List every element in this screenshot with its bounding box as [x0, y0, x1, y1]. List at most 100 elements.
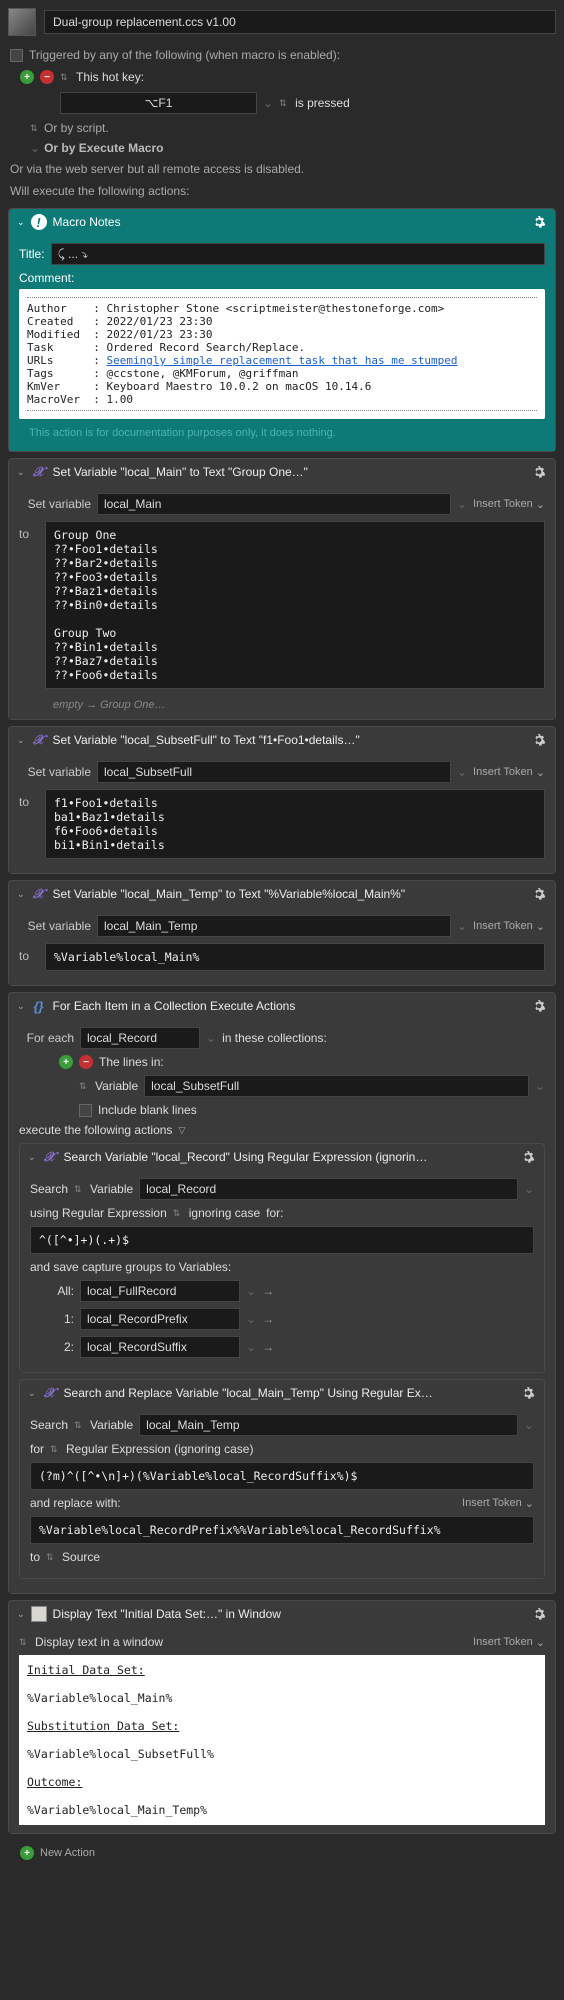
search-label: Search	[30, 1418, 68, 1432]
capture-all-input[interactable]	[80, 1280, 240, 1302]
variable-icon: 𝒳	[31, 732, 47, 748]
remove-trigger-button[interactable]: −	[40, 70, 54, 84]
gear-icon[interactable]	[531, 464, 547, 480]
add-collection-button[interactable]: +	[59, 1055, 73, 1069]
display-text-input[interactable]: Initial Data Set: %Variable%local_Main% …	[19, 1655, 545, 1825]
arrow-icon[interactable]: →	[262, 1340, 274, 1354]
insert-token-button[interactable]: Insert Token ⌄	[473, 1636, 545, 1649]
insert-token-button[interactable]: Insert Token ⌄	[462, 1497, 534, 1510]
updown-icon[interactable]: ⇅	[60, 72, 70, 83]
set-var-label: Set variable	[19, 765, 91, 779]
triggered-label: Triggered by any of the following (when …	[29, 48, 340, 62]
include-blank-checkbox[interactable]	[79, 1104, 92, 1117]
set-var-label: Set variable	[19, 497, 91, 511]
chevron-down-icon[interactable]: ⌄	[28, 1152, 36, 1163]
gear-icon[interactable]	[531, 886, 547, 902]
execute-actions-label: execute the following actions	[19, 1123, 172, 1137]
insert-token-button[interactable]: Insert Token ⌄	[473, 920, 545, 933]
search-var-input[interactable]	[139, 1414, 518, 1436]
chevron-down-icon[interactable]: ⌄	[28, 1388, 36, 1399]
url-link[interactable]: Seemingly simple replacement task that h…	[106, 354, 457, 367]
comment-label: Comment:	[19, 271, 545, 285]
variable-name-input[interactable]	[97, 915, 451, 937]
search-label: Search	[30, 1182, 68, 1196]
chevron-down-icon[interactable]: ⌄	[17, 1001, 25, 1012]
triangle-down-icon[interactable]: ▽	[178, 1125, 185, 1136]
chevron-down-icon[interactable]: ⌄	[17, 217, 25, 228]
display-select-label[interactable]: Display text in a window	[35, 1635, 467, 1649]
gear-icon[interactable]	[520, 1149, 536, 1165]
or-web: Or via the web server but all remote acc…	[0, 158, 564, 180]
foreach-title: For Each Item in a Collection Execute Ac…	[53, 999, 525, 1013]
enabled-checkbox[interactable]	[10, 49, 23, 62]
or-execute-macro: Or by Execute Macro	[44, 141, 163, 155]
hotkey-suffix: is pressed	[295, 96, 350, 110]
search1-title: Search Variable "local_Record" Using Reg…	[64, 1150, 514, 1164]
capture-2-input[interactable]	[80, 1336, 240, 1358]
variable-text-input[interactable]: Group One ??•Foo1•details ??•Bar2•detail…	[45, 521, 545, 689]
or-script: Or by script.	[44, 121, 109, 135]
regex-input[interactable]: ^([^•]+)(.+)$	[30, 1226, 534, 1254]
chevron-down-icon[interactable]: ⌄	[17, 467, 25, 478]
updown-icon[interactable]: ⇅	[279, 98, 289, 109]
gear-icon[interactable]	[531, 1606, 547, 1622]
macro-notes-title: Macro Notes	[53, 215, 525, 229]
macro-title-input[interactable]	[44, 10, 556, 34]
ignoring-case-label: ignoring case	[189, 1206, 260, 1220]
foreach-label: For each	[19, 1031, 74, 1045]
to-label: to	[19, 943, 39, 963]
variable-label: Variable	[90, 1418, 133, 1432]
remove-collection-button[interactable]: −	[79, 1055, 93, 1069]
include-blank-label: Include blank lines	[98, 1103, 197, 1117]
variable-icon: 𝒳	[31, 886, 47, 902]
comment-box[interactable]: Author : Christopher Stone <scriptmeiste…	[19, 289, 545, 419]
search-var-input[interactable]	[139, 1178, 518, 1200]
variable-label: Variable	[90, 1182, 133, 1196]
add-action-button[interactable]: +	[20, 1846, 34, 1860]
group2-label: 2:	[50, 1340, 74, 1354]
gear-icon[interactable]	[531, 998, 547, 1014]
gear-icon[interactable]	[531, 214, 547, 230]
notes-title-input[interactable]	[51, 243, 545, 265]
variable-icon: 𝒳	[42, 1149, 58, 1165]
lines-in-label: The lines in:	[99, 1055, 164, 1069]
set-subset-title: Set Variable "local_SubsetFull" to Text …	[53, 733, 525, 747]
collection-var-input[interactable]	[144, 1075, 529, 1097]
regex-input[interactable]: (?m)^([^•\n]+)(%Variable%local_RecordSuf…	[30, 1462, 534, 1490]
foreach-var-input[interactable]	[80, 1027, 200, 1049]
variable-text-input[interactable]: f1•Foo1•details ba1•Baz1•details f6•Foo6…	[45, 789, 545, 859]
app-icon	[8, 8, 36, 36]
gear-icon[interactable]	[520, 1385, 536, 1401]
variable-text-input[interactable]: %Variable%local_Main%	[45, 943, 545, 971]
capture-1-input[interactable]	[80, 1308, 240, 1330]
for-label: for	[30, 1442, 44, 1456]
chevron-down-icon[interactable]: ⌄	[17, 1609, 25, 1620]
to-label: to	[19, 789, 39, 809]
search2-title: Search and Replace Variable "local_Main_…	[64, 1386, 514, 1400]
replace-input[interactable]: %Variable%local_RecordPrefix%%Variable%l…	[30, 1516, 534, 1544]
info-icon: !	[31, 214, 47, 230]
set-main-title: Set Variable "local_Main" to Text "Group…	[53, 465, 525, 479]
arrow-icon[interactable]: →	[262, 1312, 274, 1326]
gear-icon[interactable]	[531, 732, 547, 748]
using-regex-label: using Regular Expression	[30, 1206, 167, 1220]
variable-name-input[interactable]	[97, 761, 451, 783]
hotkey-input[interactable]	[60, 92, 257, 114]
variable-icon: 𝒳	[31, 464, 47, 480]
source-label: Source	[62, 1550, 100, 1564]
chevron-down-icon[interactable]: ⌄	[17, 735, 25, 746]
group1-label: 1:	[50, 1312, 74, 1326]
insert-token-button[interactable]: Insert Token ⌄	[473, 766, 545, 779]
updown-icon[interactable]: ⇅	[79, 1081, 89, 1092]
chevron-down-icon[interactable]: ⌄	[17, 889, 25, 900]
notes-title-label: Title:	[19, 247, 45, 261]
variable-name-input[interactable]	[97, 493, 451, 515]
display-icon	[31, 1606, 47, 1622]
notes-footer: This action is for documentation purpose…	[19, 419, 545, 443]
in-collections-label: in these collections:	[222, 1031, 327, 1045]
arrow-icon[interactable]: →	[262, 1284, 274, 1298]
add-trigger-button[interactable]: +	[20, 70, 34, 84]
save-groups-label: and save capture groups to Variables:	[30, 1260, 231, 1274]
insert-token-button[interactable]: Insert Token ⌄	[473, 498, 545, 511]
new-action-button[interactable]: New Action	[40, 1847, 95, 1859]
